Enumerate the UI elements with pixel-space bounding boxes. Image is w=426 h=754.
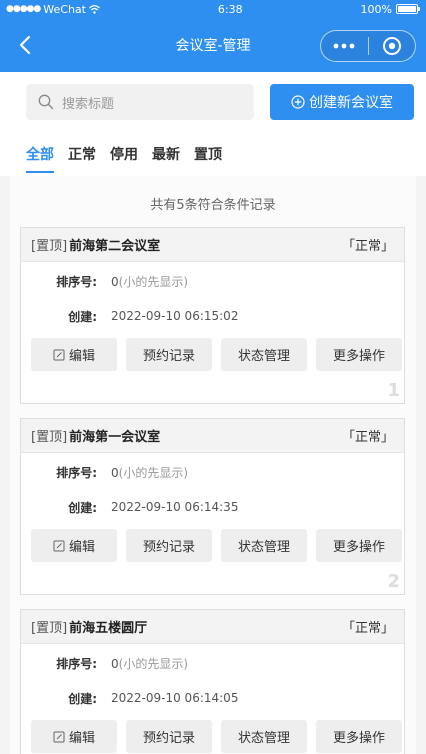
search-row: 搜索标题 创建新会议室 <box>0 72 426 132</box>
signal-icon: ●●●●● <box>6 4 41 14</box>
order-value: 0 <box>111 656 119 671</box>
edit-icon <box>53 540 65 551</box>
room-card: [置顶] 前海第二会议室 「正常」 排序号: 0(小的先显示) 创建: 2022… <box>20 227 405 404</box>
search-placeholder: 搜索标题 <box>62 96 115 112</box>
created-value: 2022-09-10 06:14:05 <box>111 691 239 705</box>
edit-label: 编辑 <box>68 731 95 746</box>
card-header: [置顶] 前海第二会议室 「正常」 <box>21 228 404 262</box>
card-actions: 编辑 预约记录 状态管理 更多操作 <box>21 529 404 562</box>
chevron-left-icon <box>19 35 31 55</box>
created-row: 创建: 2022-09-10 06:14:35 <box>21 491 404 523</box>
room-name[interactable]: 前海第一会议室 <box>69 426 160 445</box>
card-index: 2 <box>387 571 400 592</box>
target-close-icon <box>382 37 401 55</box>
pin-tag: [置顶] <box>31 621 68 636</box>
card-header: [置顶] 前海五楼圆厅 「正常」 <box>21 610 404 644</box>
pin-tag: [置顶] <box>31 430 68 445</box>
card-header: [置顶] 前海第一会议室 「正常」 <box>21 419 404 453</box>
status-bar: ●●●●● WeChat 6:38 100% <box>0 0 426 18</box>
created-label: 创建: <box>68 309 97 324</box>
order-hint: (小的先显示) <box>118 465 189 480</box>
close-miniprogram-button[interactable] <box>369 31 416 61</box>
tab-latest[interactable]: 最新 <box>152 132 180 176</box>
bookings-button[interactable]: 预约记录 <box>126 338 212 371</box>
more-dots-icon <box>333 43 355 49</box>
room-name[interactable]: 前海五楼圆厅 <box>69 617 147 636</box>
order-hint: (小的先显示) <box>118 274 189 289</box>
card-actions: 编辑 预约记录 状态管理 更多操作 <box>21 720 404 753</box>
page-title: 会议室-管理 <box>175 38 251 54</box>
filter-tabs: 全部 正常 停用 最新 置顶 <box>0 132 426 176</box>
edit-button[interactable]: 编辑 <box>31 338 117 371</box>
order-value: 0 <box>111 465 119 480</box>
card-actions: 编辑 预约记录 状态管理 更多操作 <box>21 338 404 371</box>
order-row: 排序号: 0(小的先显示) <box>21 647 404 679</box>
edit-label: 编辑 <box>68 540 95 555</box>
pin-tag: [置顶] <box>31 239 68 254</box>
miniprogram-capsule <box>320 30 416 62</box>
back-button[interactable] <box>10 30 40 60</box>
status-manage-button[interactable]: 状态管理 <box>221 720 307 753</box>
created-value: 2022-09-10 06:15:02 <box>111 309 239 323</box>
edit-icon <box>53 349 65 360</box>
search-input[interactable]: 搜索标题 <box>26 84 254 120</box>
created-label: 创建: <box>68 500 97 515</box>
card-index: 1 <box>387 380 400 401</box>
room-name[interactable]: 前海第二会议室 <box>69 235 160 254</box>
record-count: 共有5条符合条件记录 <box>150 198 276 213</box>
plus-circle-icon <box>291 95 305 109</box>
create-room-label: 创建新会议室 <box>309 95 393 111</box>
edit-icon <box>53 731 65 742</box>
tab-pinned[interactable]: 置顶 <box>194 132 222 176</box>
status-badge: 「正常」 <box>341 621 394 636</box>
status-manage-button[interactable]: 状态管理 <box>221 529 307 562</box>
more-actions-button[interactable]: 更多操作 <box>316 720 402 753</box>
status-badge: 「正常」 <box>341 239 394 254</box>
create-room-button[interactable]: 创建新会议室 <box>270 84 414 120</box>
bookings-button[interactable]: 预约记录 <box>126 720 212 753</box>
room-card: [置顶] 前海五楼圆厅 「正常」 排序号: 0(小的先显示) 创建: 2022-… <box>20 609 405 754</box>
tab-all[interactable]: 全部 <box>26 132 54 176</box>
tab-normal[interactable]: 正常 <box>68 132 96 176</box>
more-actions-button[interactable]: 更多操作 <box>316 529 402 562</box>
more-actions-button[interactable]: 更多操作 <box>316 338 402 371</box>
order-label: 排序号: <box>56 465 97 480</box>
record-list: 共有5条符合条件记录 [置顶] 前海第二会议室 「正常」 排序号: 0(小的先显… <box>10 176 416 754</box>
search-icon <box>38 94 54 110</box>
more-menu-button[interactable] <box>321 31 368 61</box>
top-bar: ●●●●● WeChat 6:38 100% 会议室-管理 <box>0 0 426 72</box>
battery: 100% <box>360 2 420 16</box>
room-card: [置顶] 前海第一会议室 「正常」 排序号: 0(小的先显示) 创建: 2022… <box>20 418 405 595</box>
tab-disabled[interactable]: 停用 <box>110 132 138 176</box>
status-badge: 「正常」 <box>341 430 394 445</box>
order-row: 排序号: 0(小的先显示) <box>21 456 404 488</box>
battery-icon <box>395 4 420 14</box>
edit-button[interactable]: 编辑 <box>31 529 117 562</box>
order-hint: (小的先显示) <box>118 656 189 671</box>
order-value: 0 <box>111 274 119 289</box>
carrier-name: WeChat <box>43 2 86 16</box>
wifi-icon <box>89 4 100 14</box>
edit-label: 编辑 <box>68 349 95 364</box>
battery-percent: 100% <box>360 2 392 16</box>
order-label: 排序号: <box>56 274 97 289</box>
carrier: ●●●●● WeChat <box>6 3 100 16</box>
order-label: 排序号: <box>56 656 97 671</box>
edit-button[interactable]: 编辑 <box>31 720 117 753</box>
created-label: 创建: <box>68 691 97 706</box>
status-manage-button[interactable]: 状态管理 <box>221 338 307 371</box>
created-row: 创建: 2022-09-10 06:14:05 <box>21 682 404 714</box>
created-value: 2022-09-10 06:14:35 <box>111 500 239 514</box>
created-row: 创建: 2022-09-10 06:15:02 <box>21 300 404 332</box>
clock: 6:38 <box>217 2 243 16</box>
order-row: 排序号: 0(小的先显示) <box>21 265 404 297</box>
bookings-button[interactable]: 预约记录 <box>126 529 212 562</box>
nav-bar: 会议室-管理 <box>0 18 426 72</box>
